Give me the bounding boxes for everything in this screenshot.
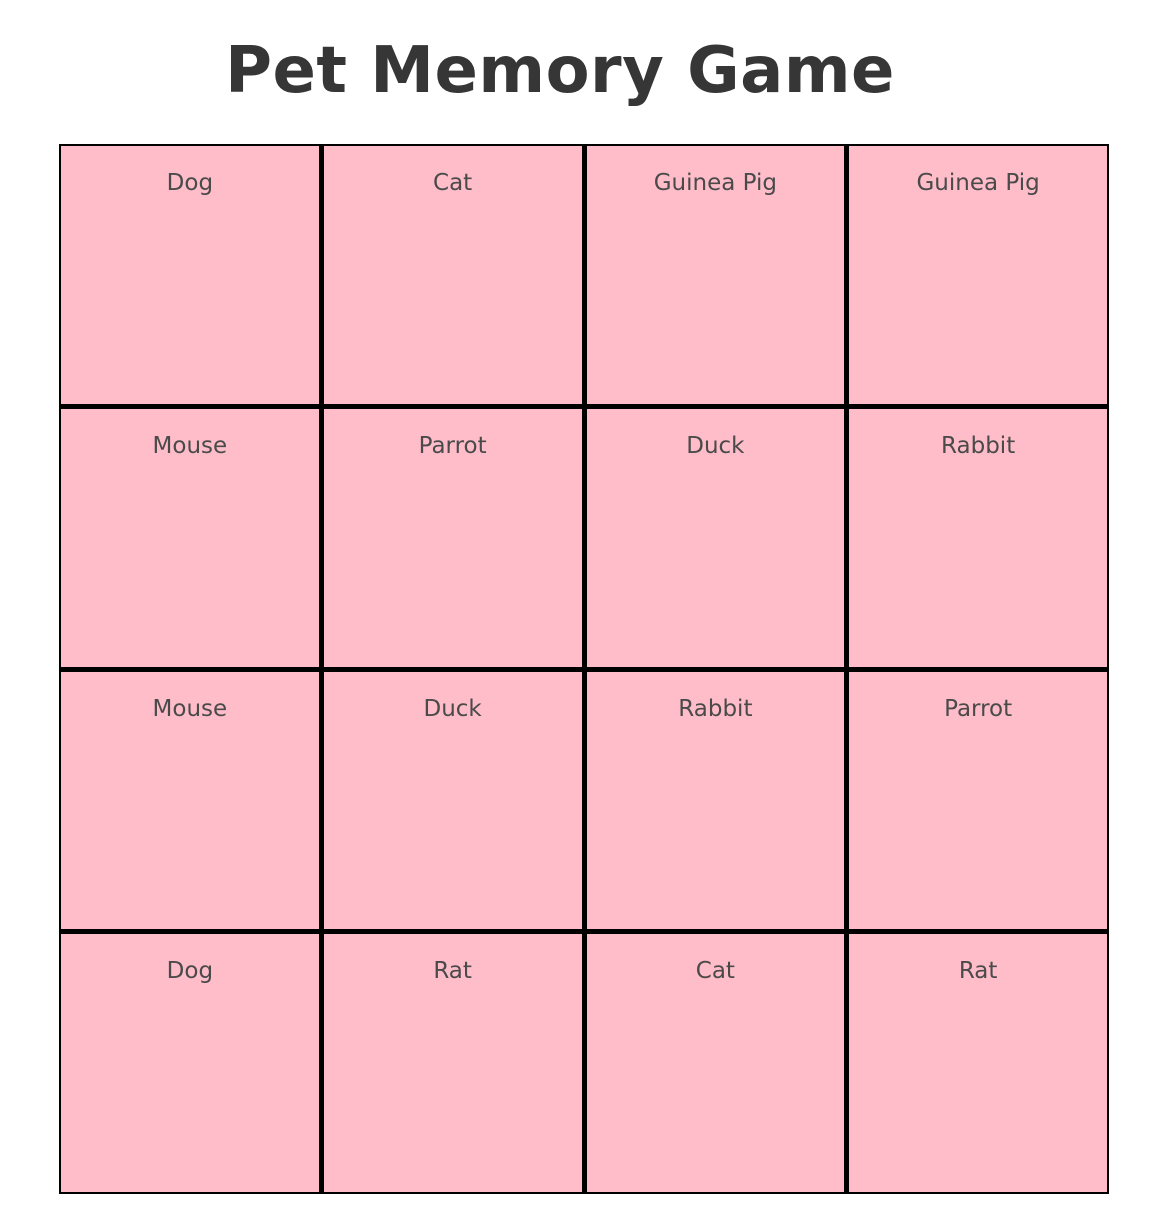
memory-card[interactable]: Guinea Pig — [848, 145, 1108, 405]
memory-card[interactable]: Rabbit — [585, 670, 846, 931]
memory-card[interactable]: Cat — [322, 145, 583, 405]
card-label: Dog — [166, 170, 214, 196]
card-label: Rabbit — [678, 695, 753, 722]
card-label: Rat — [433, 958, 472, 985]
card-label: Mouse — [152, 432, 228, 459]
game-page: Pet Memory Game Dog Cat Guinea Pig Guine… — [0, 0, 1155, 1224]
card-label: Parrot — [418, 432, 487, 459]
memory-card[interactable]: Mouse — [60, 670, 320, 931]
card-label: Rabbit — [941, 432, 1016, 459]
memory-card[interactable]: Cat — [585, 933, 846, 1193]
card-label: Guinea Pig — [653, 170, 778, 196]
memory-card[interactable]: Rat — [322, 933, 583, 1193]
card-label: Duck — [423, 695, 482, 722]
memory-card[interactable]: Duck — [322, 670, 583, 931]
memory-card[interactable]: Duck — [585, 407, 846, 668]
memory-card[interactable]: Mouse — [60, 407, 320, 668]
card-label: Parrot — [944, 695, 1013, 722]
card-label: Duck — [686, 432, 745, 459]
memory-card[interactable]: Guinea Pig — [585, 145, 846, 405]
memory-card[interactable]: Rat — [848, 933, 1108, 1193]
memory-card[interactable]: Dog — [60, 933, 320, 1193]
page-title: Pet Memory Game — [225, 34, 895, 108]
card-label: Dog — [166, 958, 214, 985]
card-label: Guinea Pig — [916, 170, 1040, 196]
card-label: Cat — [695, 958, 735, 985]
memory-card[interactable]: Parrot — [322, 407, 583, 668]
card-label: Cat — [433, 170, 473, 196]
memory-card[interactable]: Dog — [60, 145, 320, 405]
card-grid: Dog Cat Guinea Pig Guinea Pig Mouse Parr… — [59, 144, 1109, 1194]
card-label: Mouse — [152, 695, 228, 722]
memory-card[interactable]: Rabbit — [848, 407, 1108, 668]
memory-card[interactable]: Parrot — [848, 670, 1108, 931]
card-label: Rat — [958, 958, 998, 985]
